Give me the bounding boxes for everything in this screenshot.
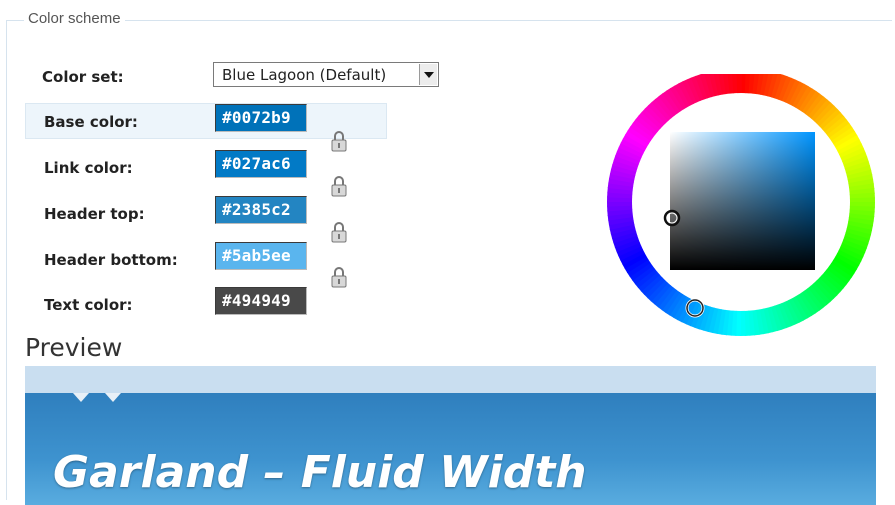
- header-top-field[interactable]: #2385c2: [215, 196, 307, 224]
- lock-icon[interactable]: [330, 221, 348, 243]
- saturation-value-square[interactable]: [670, 132, 815, 270]
- color-set-selected-value: Blue Lagoon (Default): [222, 66, 387, 84]
- color-wheel-picker[interactable]: [606, 74, 876, 336]
- base-color-field[interactable]: #0072b9: [215, 104, 307, 132]
- link-color-label: Link color:: [44, 159, 133, 177]
- preview-site-name: Garland – Fluid Width: [53, 447, 587, 498]
- text-color-field[interactable]: #494949: [215, 287, 307, 315]
- preview-title: Preview: [25, 333, 123, 362]
- lock-icon[interactable]: [330, 266, 348, 288]
- base-color-label: Base color:: [44, 113, 138, 131]
- lock-icon[interactable]: [330, 130, 348, 152]
- header-top-label: Header top:: [44, 205, 145, 223]
- color-set-select[interactable]: Blue Lagoon (Default): [213, 62, 439, 87]
- hue-ring-segment[interactable]: [736, 74, 742, 94]
- tab-notch: [105, 393, 121, 402]
- color-scheme-legend: Color scheme: [24, 10, 125, 27]
- link-color-field[interactable]: #027ac6: [215, 150, 307, 178]
- text-color-label: Text color:: [44, 296, 133, 314]
- preview-top-bar: [25, 366, 876, 393]
- preview-header: Garland – Fluid Width: [25, 393, 876, 505]
- chevron-down-icon[interactable]: [419, 64, 437, 85]
- tab-notch: [73, 393, 89, 402]
- lock-icon[interactable]: [330, 175, 348, 197]
- header-bottom-label: Header bottom:: [44, 251, 178, 269]
- color-set-label: Color set:: [42, 68, 124, 86]
- header-bottom-field[interactable]: #5ab5ee: [215, 242, 307, 270]
